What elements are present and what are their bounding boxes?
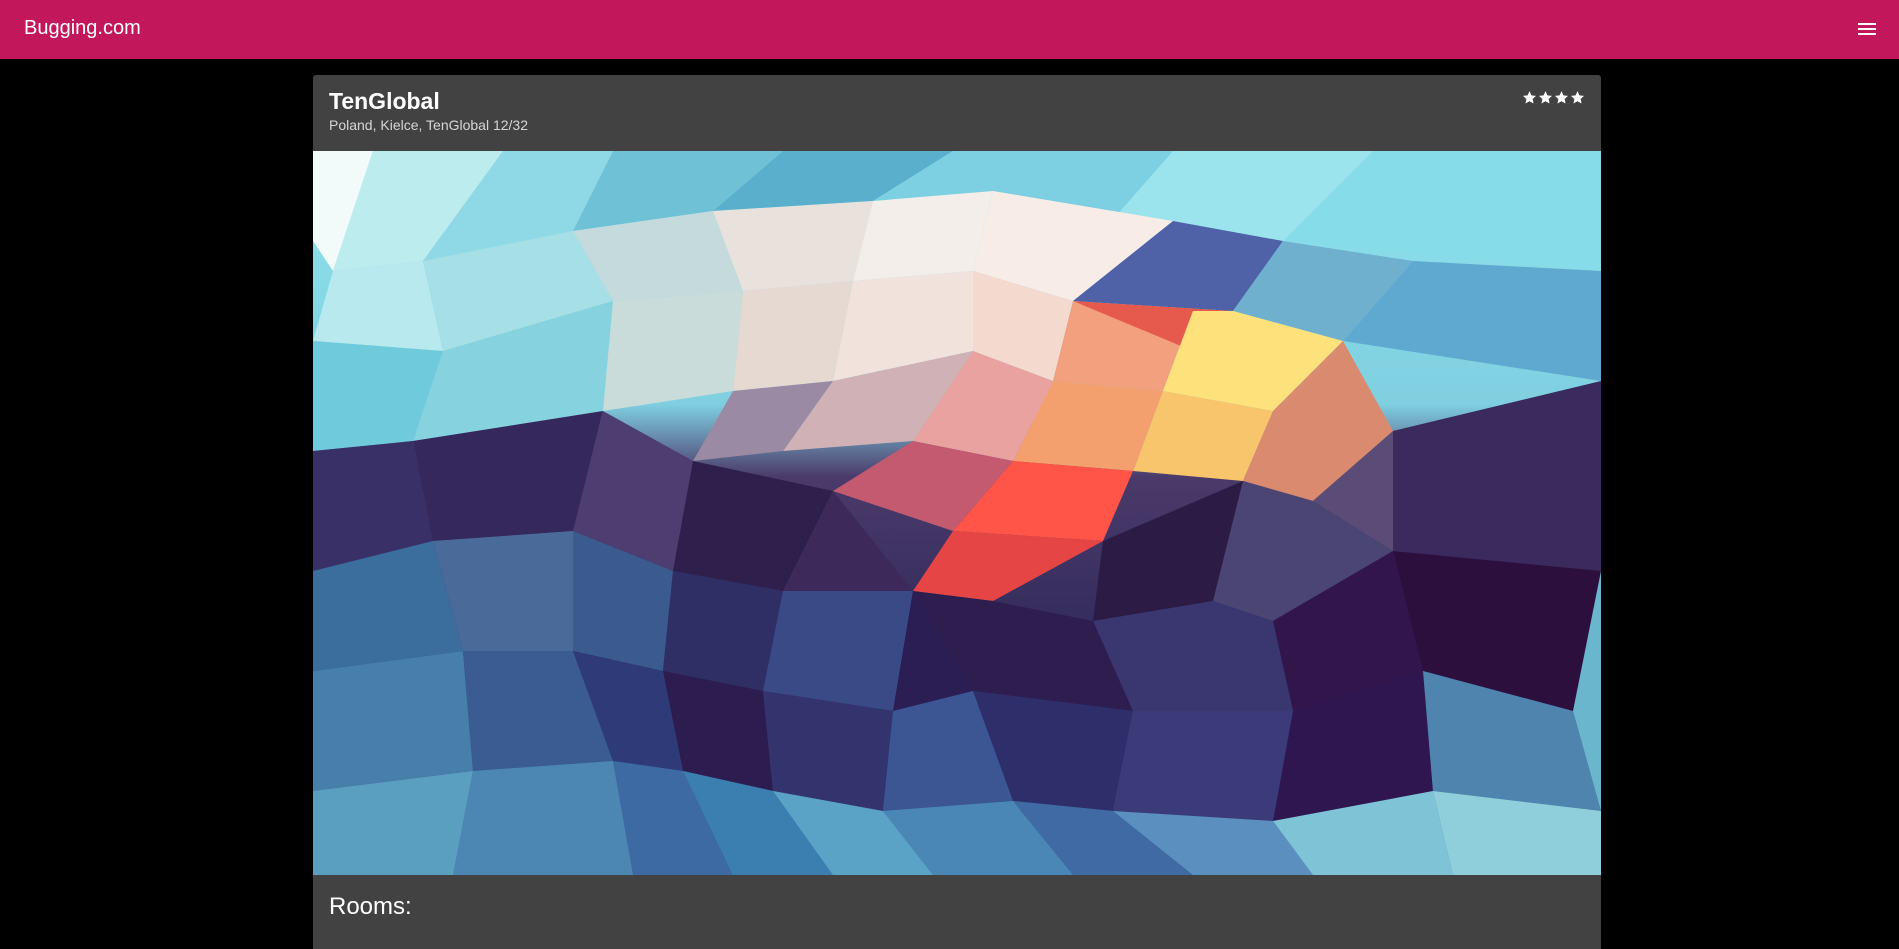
- hotel-hero-image: [313, 151, 1601, 875]
- menu-line: [1858, 33, 1876, 35]
- hotel-card-header: TenGlobal Poland, Kielce, TenGlobal 12/3…: [313, 75, 1601, 151]
- menu-line: [1858, 28, 1876, 30]
- star-icon: [1555, 91, 1568, 104]
- star-icon: [1539, 91, 1552, 104]
- hotel-address: Poland, Kielce, TenGlobal 12/32: [329, 117, 528, 133]
- rooms-heading: Rooms:: [329, 893, 412, 920]
- hamburger-menu-icon[interactable]: [1853, 15, 1881, 43]
- top-app-bar: Bugging.com: [0, 0, 1899, 59]
- star-icon: [1523, 91, 1536, 104]
- menu-line: [1858, 23, 1876, 25]
- star-rating: [1522, 90, 1585, 105]
- hotel-card: TenGlobal Poland, Kielce, TenGlobal 12/3…: [313, 75, 1601, 949]
- brand-link[interactable]: Bugging.com: [24, 16, 141, 40]
- hotel-name: TenGlobal: [329, 88, 440, 114]
- star-icon: [1571, 91, 1584, 104]
